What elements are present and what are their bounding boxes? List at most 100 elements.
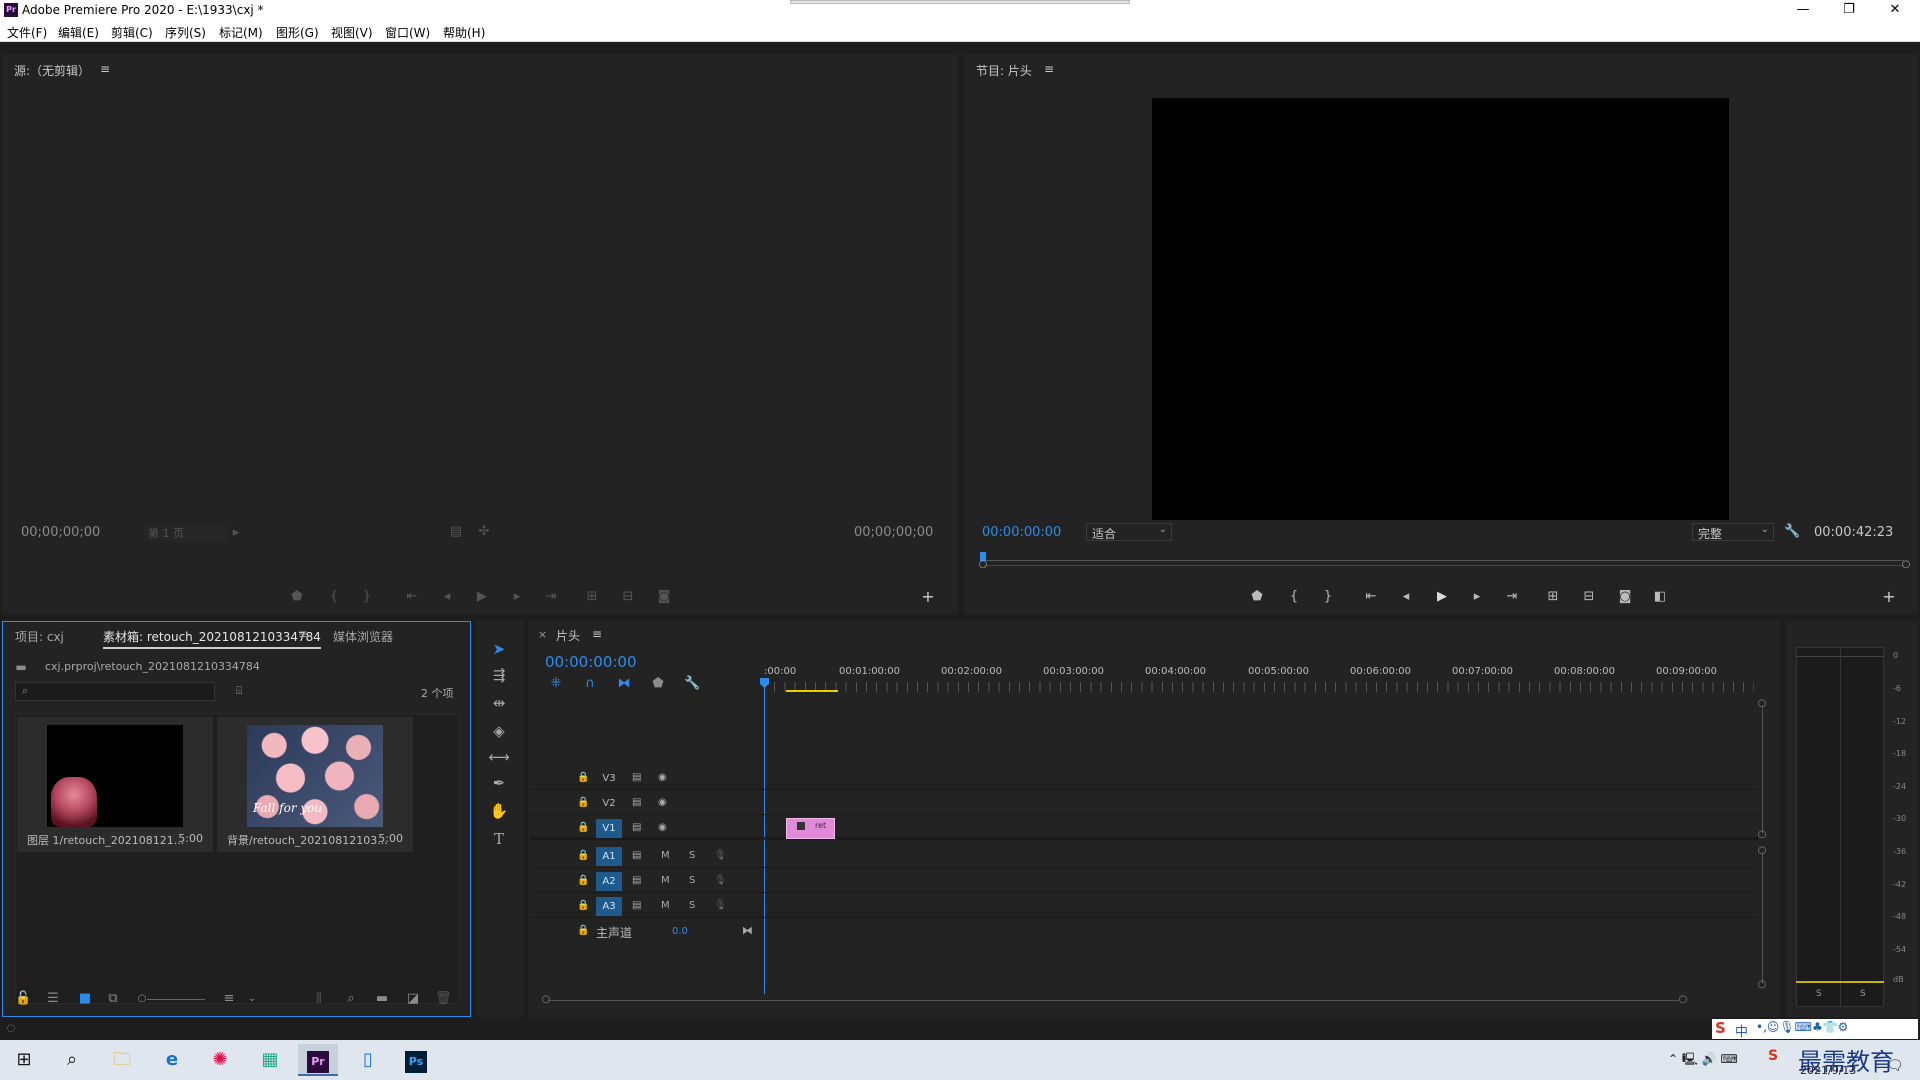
mark-out-icon[interactable]: }: [1320, 590, 1336, 604]
timeline-ruler-ticks[interactable]: [764, 682, 1754, 692]
notification-icon[interactable]: 🗨: [1886, 1058, 1904, 1074]
photoshop-taskbar-icon[interactable]: Ps: [396, 1044, 436, 1076]
premiere-taskbar-icon[interactable]: Pr: [298, 1044, 338, 1076]
a-scroll-handle-icon[interactable]: ○: [1754, 978, 1770, 992]
slip-tool-icon[interactable]: ⟷: [488, 746, 510, 768]
track-name-v1[interactable]: V1: [596, 819, 622, 838]
step-back-icon[interactable]: ◂: [1398, 590, 1414, 604]
master-volume-value[interactable]: 0.0: [672, 926, 688, 937]
meter-solo-right[interactable]: S: [1860, 989, 1866, 999]
menu-sequence[interactable]: 序列(S): [165, 24, 206, 41]
add-marker-icon[interactable]: ⬟: [650, 677, 666, 691]
sync-lock-icon[interactable]: ▤: [632, 850, 641, 861]
sort-icon[interactable]: ≡: [221, 992, 237, 1006]
add-marker-icon[interactable]: ⬟: [1249, 590, 1265, 604]
hand-tool-icon[interactable]: ✋: [488, 800, 510, 822]
mark-out-icon[interactable]: }: [359, 590, 375, 604]
v-scroll-handle-icon[interactable]: ○: [1754, 828, 1770, 842]
track-lock-icon[interactable]: 🔒: [577, 772, 589, 783]
file-explorer-icon[interactable]: 🗀: [102, 1044, 142, 1076]
bin-item[interactable]: 图层 1/retouch_202108121... 5:00: [17, 717, 213, 852]
timeline-sequence-title[interactable]: 片头: [556, 627, 580, 644]
type-tool-icon[interactable]: T: [488, 828, 510, 850]
compare-view-icon[interactable]: ◧: [1652, 590, 1668, 604]
eye-icon[interactable]: ◉: [658, 797, 667, 808]
track-name-v3[interactable]: V3: [596, 769, 622, 788]
go-to-out-icon[interactable]: ⇥: [1504, 590, 1520, 604]
ime-mode[interactable]: 中: [1735, 1021, 1748, 1040]
sync-lock-icon[interactable]: ▤: [632, 822, 641, 833]
razor-tool-icon[interactable]: ◈: [488, 720, 510, 742]
sync-lock-icon[interactable]: ▤: [632, 900, 641, 911]
eye-icon[interactable]: ◉: [658, 772, 667, 783]
program-panel-menu-icon[interactable]: ≡: [1044, 62, 1054, 76]
timeline-settings-wrench-icon[interactable]: 🔧: [684, 677, 700, 691]
delete-icon[interactable]: 🗑: [435, 992, 452, 1006]
track-name-v2[interactable]: V2: [596, 794, 622, 813]
step-forward-icon[interactable]: ▸: [509, 590, 525, 604]
menu-edit[interactable]: 编辑(E): [58, 24, 99, 41]
tab-bin[interactable]: 素材箱: retouch_20210812103347​84: [103, 628, 321, 649]
track-lock-icon[interactable]: 🔒: [577, 797, 589, 808]
tray-icons[interactable]: ⌃ 🖳 🔊 ⌨: [1668, 1050, 1738, 1071]
track-lock-icon[interactable]: 🔒: [577, 850, 589, 861]
selection-tool-icon[interactable]: ➤: [488, 638, 510, 660]
quality-select[interactable]: 完整 ⌄: [1692, 523, 1774, 541]
sync-lock-icon[interactable]: ▤: [632, 797, 641, 808]
maximize-button[interactable]: ❐: [1826, 0, 1872, 20]
track-name-a3[interactable]: A3: [596, 897, 622, 916]
step-forward-icon[interactable]: ▸: [1469, 590, 1485, 604]
bin-item[interactable]: Fall for you 背景/retouch_20210812103... 5…: [217, 717, 413, 852]
program-scrubber-track[interactable]: [984, 560, 1904, 561]
microphone-icon[interactable]: 🎙: [714, 875, 727, 886]
lift-icon[interactable]: ⊞: [1545, 590, 1561, 604]
list-view-icon[interactable]: ☰: [45, 992, 61, 1006]
step-back-icon[interactable]: ◂: [439, 590, 455, 604]
ime-tools-icons[interactable]: •,☺🎙⌨♣👕⚙: [1756, 1020, 1848, 1034]
overwrite-icon[interactable]: ⊟: [620, 590, 636, 604]
work-area-bar[interactable]: [786, 690, 838, 692]
menu-clip[interactable]: 剪辑(C): [111, 24, 153, 41]
meter-solo-left[interactable]: S: [1816, 989, 1822, 999]
eye-icon[interactable]: ◉: [658, 822, 667, 833]
track-lock-icon[interactable]: 🔒: [577, 822, 589, 833]
program-video-frame[interactable]: [1152, 98, 1729, 520]
chevron-down-icon[interactable]: ⌄: [244, 992, 260, 1006]
freeform-view-icon[interactable]: ⧉: [105, 992, 121, 1006]
audio-vertical-scrollbar[interactable]: [1762, 852, 1763, 984]
export-frame-icon[interactable]: ◙: [1617, 590, 1633, 604]
pen-tool-icon[interactable]: ✒: [488, 772, 510, 794]
menu-help[interactable]: 帮助(H): [443, 24, 485, 41]
lock-icon[interactable]: 🔓: [15, 992, 31, 1006]
icon-view-icon[interactable]: ■: [77, 992, 93, 1006]
timeline-clip[interactable]: ret: [786, 818, 835, 839]
wrench-icon[interactable]: 🔧: [1784, 525, 1800, 539]
go-to-in-icon[interactable]: ⇤: [1363, 590, 1379, 604]
microphone-icon[interactable]: 🎙: [714, 900, 727, 911]
solo-toggle[interactable]: S: [689, 875, 695, 886]
timeline-menu-icon[interactable]: ≡: [592, 627, 602, 641]
menu-graphics[interactable]: 图形(G): [276, 24, 319, 41]
track-select-tool-icon[interactable]: ⇶: [488, 664, 510, 686]
new-bin-icon[interactable]: ▬: [374, 992, 390, 1006]
menu-file[interactable]: 文件(F): [7, 24, 47, 41]
go-to-out-icon[interactable]: ⇥: [543, 590, 559, 604]
ime-toolbar[interactable]: S 中 •,☺🎙⌨♣👕⚙: [1712, 1019, 1918, 1040]
program-timecode-current[interactable]: 00:00:00:00: [982, 525, 1061, 540]
tab-media-browser[interactable]: 媒体浏览器: [333, 628, 393, 645]
menu-window[interactable]: 窗口(W): [385, 24, 430, 41]
play-icon[interactable]: ▶: [474, 590, 490, 604]
zoom-handle-right-icon[interactable]: ○: [1898, 558, 1914, 572]
insert-icon[interactable]: ⊞: [584, 590, 600, 604]
mute-toggle[interactable]: M: [661, 850, 670, 861]
timeline-timecode[interactable]: 00:00:00:00: [545, 653, 637, 671]
source-monitor-title[interactable]: 源:（无剪辑）: [14, 62, 90, 79]
find-icon[interactable]: ⌕: [343, 992, 359, 1006]
go-to-end-icon[interactable]: ⧓: [742, 924, 753, 937]
solo-toggle[interactable]: S: [689, 850, 695, 861]
mark-in-icon[interactable]: {: [1286, 590, 1302, 604]
track-lock-icon[interactable]: 🔒: [577, 900, 589, 911]
source-add-button-icon[interactable]: +: [920, 589, 936, 605]
add-marker-icon[interactable]: ⬟: [289, 590, 305, 604]
sync-lock-icon[interactable]: ▤: [632, 875, 641, 886]
